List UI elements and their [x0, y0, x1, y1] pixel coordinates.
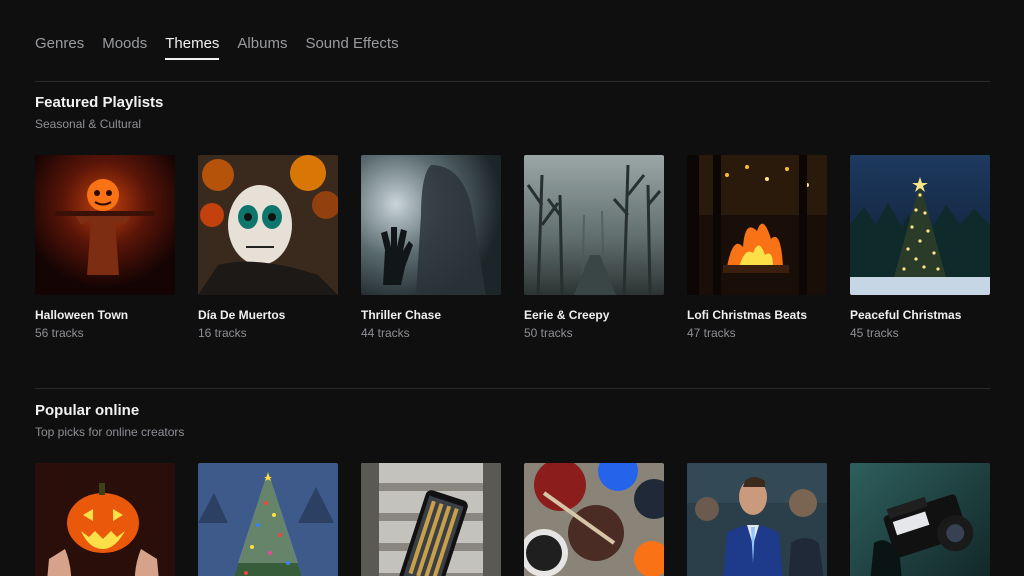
playlist-card[interactable]: Thriller Chase 44 tracks	[361, 155, 501, 340]
popular-online-row	[35, 463, 990, 576]
playlist-title: Peaceful Christmas	[850, 308, 962, 322]
themes-page: Genres Moods Themes Albums Sound Effects…	[0, 0, 1024, 576]
playlist-title: Día De Muertos	[198, 308, 286, 322]
tab-moods[interactable]: Moods	[102, 34, 147, 60]
scarecrow-image	[35, 155, 175, 295]
tab-genres[interactable]: Genres	[35, 34, 84, 60]
playlist-card[interactable]: Eerie & Creepy 50 tracks	[524, 155, 664, 340]
foggy-forest-image	[524, 155, 664, 295]
tab-albums[interactable]: Albums	[237, 34, 287, 60]
section-title-featured: Featured Playlists	[35, 94, 164, 111]
playlist-card[interactable]	[361, 463, 501, 576]
jack-o-lantern-image	[35, 463, 175, 576]
playlist-title: Halloween Town	[35, 308, 129, 322]
tab-themes[interactable]: Themes	[165, 34, 220, 60]
smartphone-image	[361, 463, 501, 576]
playlist-title: Thriller Chase	[361, 308, 442, 322]
paint-cups-image	[524, 463, 664, 576]
snowy-christmas-tree-image	[198, 463, 338, 576]
playlist-card[interactable]	[850, 463, 990, 576]
section-subtitle-popular: Top picks for online creators	[35, 425, 185, 439]
playlist-card[interactable]: Halloween Town 56 tracks	[35, 155, 175, 340]
press-interview-image	[687, 463, 827, 576]
playlist-card[interactable]	[198, 463, 338, 576]
playlist-card[interactable]: Día De Muertos 16 tracks	[198, 155, 338, 340]
shadow-hand-image	[361, 155, 501, 295]
section-subtitle-featured: Seasonal & Cultural	[35, 117, 142, 131]
playlist-card[interactable]	[524, 463, 664, 576]
track-count: 45 tracks	[850, 326, 899, 340]
category-tabs: Genres Moods Themes Albums Sound Effects	[35, 34, 399, 60]
sugar-skull-image	[198, 155, 338, 295]
track-count: 50 tracks	[524, 326, 573, 340]
track-count: 16 tracks	[198, 326, 247, 340]
christmas-tree-night-image	[850, 155, 990, 295]
section-title-popular: Popular online	[35, 402, 140, 419]
playlist-card[interactable]: Lofi Christmas Beats 47 tracks	[687, 155, 827, 340]
tabs-divider	[35, 81, 990, 82]
video-camera-image	[850, 463, 990, 576]
featured-playlists-row: Halloween Town 56 tracks Día De Muertos …	[35, 155, 990, 340]
tab-sound-effects[interactable]: Sound Effects	[305, 34, 398, 60]
playlist-card[interactable]: Peaceful Christmas 45 tracks	[850, 155, 990, 340]
track-count: 44 tracks	[361, 326, 410, 340]
track-count: 47 tracks	[687, 326, 736, 340]
section-divider	[35, 388, 990, 389]
playlist-card[interactable]	[35, 463, 175, 576]
playlist-card[interactable]	[687, 463, 827, 576]
playlist-title: Eerie & Creepy	[524, 308, 610, 322]
track-count: 56 tracks	[35, 326, 84, 340]
fireplace-image	[687, 155, 827, 295]
playlist-title: Lofi Christmas Beats	[687, 308, 808, 322]
